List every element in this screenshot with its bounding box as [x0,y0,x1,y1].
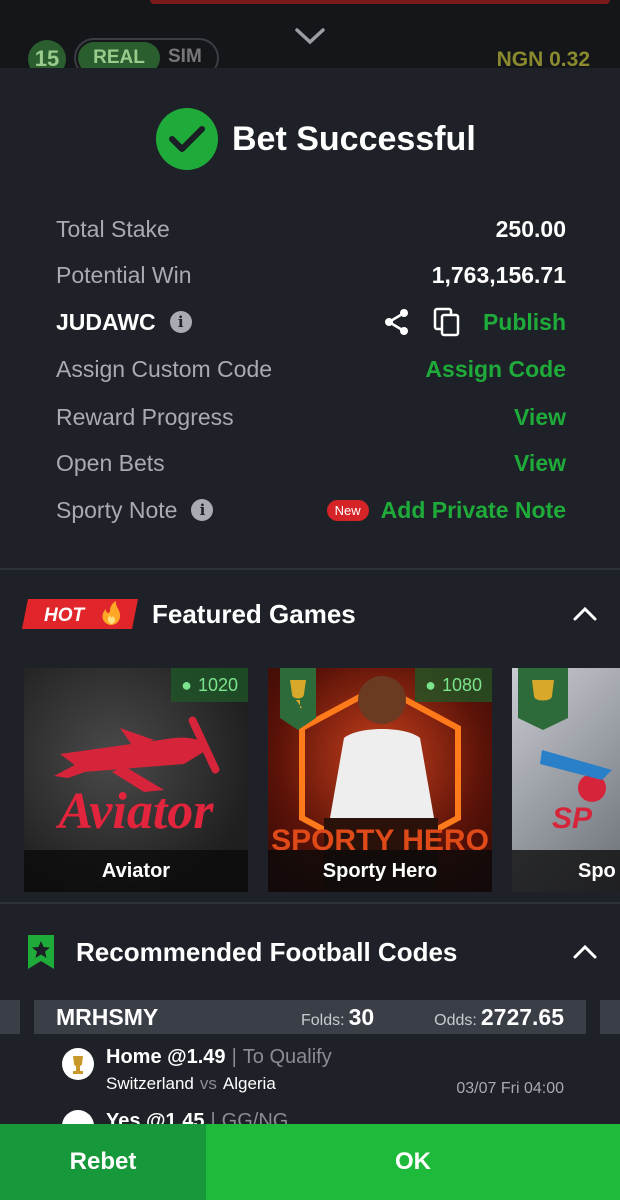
booking-code: JUDAWC [56,308,156,335]
reward-progress-row: Reward Progress View [56,397,566,437]
booking-code-row: JUDAWC i Publish [56,302,566,342]
ok-button[interactable]: OK [206,1124,620,1200]
recommended-codes-title: Recommended Football Codes [76,936,458,967]
bookmark-star-icon [28,935,54,969]
user-icon: ● [181,674,192,695]
share-icon[interactable] [383,308,411,336]
copy-icon[interactable] [433,307,461,337]
divider [0,568,620,570]
assign-code-label: Assign Custom Code [56,355,273,382]
hot-badge-text: HOT [44,605,86,626]
collapse-chevron-icon[interactable] [572,944,598,960]
home-team: Switzerland [106,1074,194,1093]
info-icon[interactable]: i [191,499,214,521]
success-header: Bet Successful [156,108,476,170]
potential-win-row: Potential Win 1,763,156.71 [56,255,566,295]
game-card-sporty-hero[interactable]: SPORTY HERO ● 1080 Sporty Hero [268,668,492,892]
open-bets-view-link[interactable]: View [514,450,566,477]
game-card-aviator[interactable]: Aviator ● 1020 Aviator [24,668,248,892]
recommended-code: MRHSMY [56,1003,159,1030]
user-icon: ● [425,674,436,695]
open-bets-row: Open Bets View [56,443,566,483]
match-time: 03/07 Fri 04:00 [456,1080,564,1097]
success-title: Bet Successful [232,119,476,158]
match-teams: Switzerland vs Algeria [106,1074,276,1093]
player-count: ● 1020 [171,668,248,702]
hot-badge-icon: HOT [22,599,138,629]
sporty-note-label: Sporty Note [56,496,178,523]
collapse-chevron-icon[interactable] [572,606,598,622]
recommended-code-card[interactable]: MRHSMY Folds: 30 Odds: 2727.65 Home @1.49 … [34,1000,586,1142]
game-name: Spo [512,850,620,892]
game-card-sporty-jet[interactable]: SP Spo [512,668,620,892]
odds: Odds: 2727.65 [434,1003,564,1030]
bottom-action-bar: Rebet OK [0,1124,620,1200]
info-icon[interactable]: i [169,311,192,333]
total-stake-value: 250.00 [495,215,566,242]
potential-win-label: Potential Win [56,261,192,288]
collapse-chevron-icon[interactable] [294,26,326,46]
assign-code-link[interactable]: Assign Code [425,356,566,383]
add-private-note-link[interactable]: Add Private Note [381,497,566,524]
top-accent-line [150,0,610,4]
mode-sim[interactable]: SIM [168,46,202,68]
rebet-button[interactable]: Rebet [0,1124,206,1200]
success-check-icon [156,108,218,170]
potential-win-value: 1,763,156.71 [431,261,566,288]
away-team: Algeria [222,1074,276,1093]
new-badge: New [326,499,369,521]
total-stake-label: Total Stake [56,215,170,242]
next-code-card-edge[interactable] [600,1000,620,1034]
reward-progress-label: Reward Progress [56,403,234,430]
svg-text:SP: SP [552,802,593,835]
game-name: Sporty Hero [268,850,492,892]
trophy-icon [62,1048,94,1080]
top-bar: 15 REAL SIM NGN 0.32 [0,0,620,78]
featured-games-header[interactable]: HOT Featured Games [0,589,620,639]
code-card-header: MRHSMY Folds: 30 Odds: 2727.65 [34,1000,586,1034]
open-bets-label: Open Bets [56,449,165,476]
recommended-codes-header[interactable]: Recommended Football Codes [0,927,620,977]
publish-link[interactable]: Publish [483,309,566,336]
bet-success-sheet: Bet Successful Total Stake 250.00 Potent… [0,68,620,1200]
prev-code-card-edge[interactable] [0,1000,20,1034]
bet-selection: Home @1.49 | To Qualify [106,1046,332,1068]
reward-view-link[interactable]: View [514,404,566,431]
featured-games-title: Featured Games [152,598,356,629]
folds: Folds: 30 [301,1003,375,1030]
game-name: Aviator [24,850,248,892]
divider [0,902,620,904]
sporty-note-row: Sporty Note i New Add Private Note [56,490,566,530]
bet-market: To Qualify [242,1046,332,1068]
total-stake-row: Total Stake 250.00 [56,209,566,249]
svg-text:Aviator: Aviator [55,783,214,840]
assign-code-row: Assign Custom Code Assign Code [56,349,566,389]
bet-pick: Home @1.49 [106,1046,226,1068]
player-count: ● 1080 [415,668,492,702]
